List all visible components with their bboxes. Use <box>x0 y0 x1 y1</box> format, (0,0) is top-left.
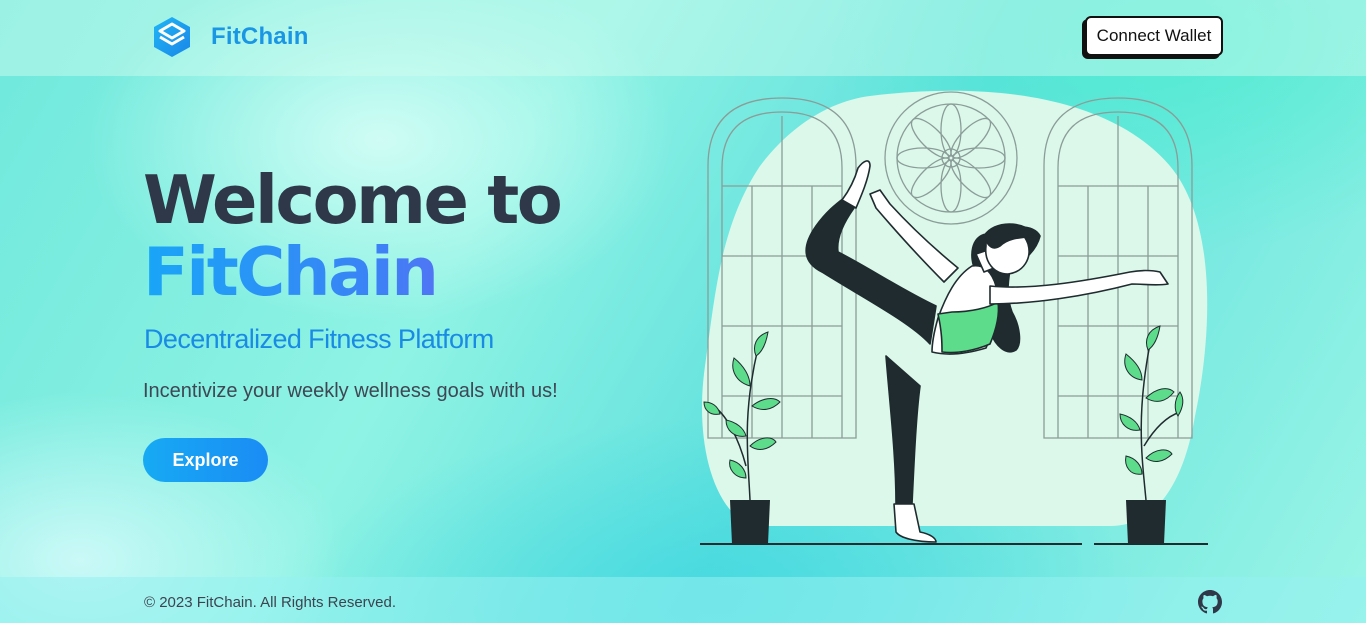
connect-wallet-button[interactable]: Connect Wallet <box>1085 16 1223 56</box>
logo[interactable]: FitChain <box>153 16 309 58</box>
site-header: FitChain Connect Wallet <box>0 0 1366 76</box>
hero-title-line1: Welcome to <box>143 161 563 239</box>
yoga-pose-illustration <box>700 90 1208 545</box>
explore-button[interactable]: Explore <box>143 438 268 482</box>
copyright-text: © 2023 FitChain. All Rights Reserved. <box>144 594 397 611</box>
hero-subtitle: Decentralized Fitness Platform <box>144 324 494 354</box>
brand-name: FitChain <box>211 23 309 50</box>
github-icon[interactable] <box>1198 590 1222 614</box>
hero-tagline: Incentivize your weekly wellness goals w… <box>143 380 558 402</box>
cube-logo-icon <box>154 17 190 57</box>
hero-title-brand: FitChain <box>143 236 560 308</box>
hero-title: Welcome to FitChain <box>143 161 563 308</box>
site-footer: © 2023 FitChain. All Rights Reserved. <box>0 577 1366 623</box>
